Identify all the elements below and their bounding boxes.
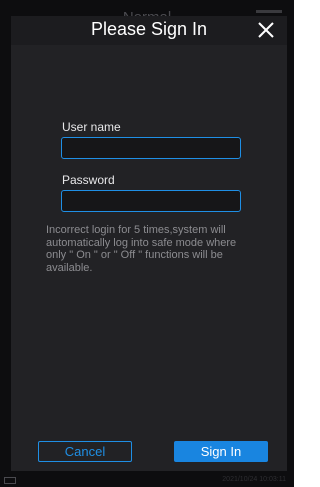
login-attempts-notice: Incorrect login for 5 times,system will …	[46, 224, 237, 274]
sign-in-button[interactable]: Sign In	[174, 441, 268, 462]
screen-icon	[4, 477, 16, 484]
password-input[interactable]	[61, 190, 241, 212]
background-footer-text: 2021/10/24 10:03:11	[222, 476, 286, 483]
dialog-header: Please Sign In	[11, 16, 287, 45]
app-screen: Normal Please Sign In User name Password…	[0, 0, 294, 487]
username-input[interactable]	[61, 137, 241, 159]
close-button[interactable]	[255, 19, 277, 41]
username-label: User name	[62, 120, 121, 134]
menu-bar-icon	[256, 10, 282, 13]
dialog-title: Please Sign In	[90, 19, 208, 39]
close-icon	[258, 22, 274, 38]
password-label: Password	[62, 173, 115, 187]
cancel-button[interactable]: Cancel	[38, 441, 132, 462]
sign-in-dialog: Please Sign In User name Password Incorr…	[11, 16, 287, 471]
